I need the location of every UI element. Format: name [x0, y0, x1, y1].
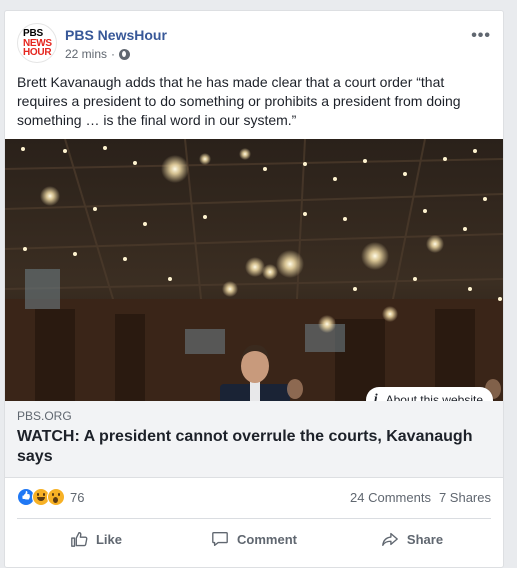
avatar-logo-line3: HOUR	[23, 47, 52, 58]
more-options-icon[interactable]: •••	[471, 27, 491, 45]
like-button[interactable]: Like	[17, 523, 175, 555]
engagement-counts: 24 Comments 7 Shares	[350, 490, 491, 505]
post-timestamp[interactable]: 22 mins	[65, 47, 107, 61]
comment-bubble-icon	[212, 532, 228, 546]
page-avatar[interactable]: PBS NEWS HOUR	[17, 23, 57, 63]
about-website-button[interactable]: i About this website	[365, 387, 493, 401]
meta-separator: ·	[111, 47, 116, 61]
reaction-summary: 76 24 Comments 7 Shares	[17, 486, 491, 508]
actions-divider	[17, 518, 491, 519]
post-action-bar: Like Comment Share	[17, 523, 491, 555]
post-meta: 22 mins ·	[65, 47, 131, 61]
comment-button[interactable]: Comment	[175, 523, 333, 555]
post-text: Brett Kavanaugh adds that he has made cl…	[17, 74, 461, 128]
reaction-count[interactable]: 76	[70, 490, 84, 505]
comments-count-link[interactable]: 24 Comments	[350, 490, 431, 505]
like-button-label: Like	[95, 531, 122, 547]
wow-reaction-icon[interactable]	[47, 488, 65, 506]
post-header: PBS NEWS HOUR PBS NewsHour 22 mins · •••	[17, 21, 491, 65]
globe-icon[interactable]	[119, 48, 131, 60]
hearing-room-photo	[5, 139, 503, 401]
share-arrow-icon	[382, 532, 398, 546]
link-domain: PBS.ORG	[17, 409, 72, 423]
page-name-link[interactable]: PBS NewsHour	[65, 27, 167, 43]
link-headline: WATCH: A president cannot overrule the c…	[17, 428, 473, 465]
link-preview-caption[interactable]: PBS.ORG WATCH: A president cannot overru…	[5, 401, 503, 478]
feed-post-card: PBS NEWS HOUR PBS NewsHour 22 mins · •••…	[4, 10, 504, 568]
thumbs-up-icon	[71, 532, 88, 547]
comment-button-label: Comment	[237, 531, 297, 547]
link-preview-image[interactable]: i About this website	[5, 139, 503, 401]
shares-count-link[interactable]: 7 Shares	[439, 490, 491, 505]
about-website-label: About this website	[385, 393, 483, 401]
info-icon: i	[373, 392, 378, 401]
avatar-logo-line1: PBS	[23, 28, 43, 39]
share-button[interactable]: Share	[333, 523, 491, 555]
share-button-label: Share	[406, 531, 444, 547]
